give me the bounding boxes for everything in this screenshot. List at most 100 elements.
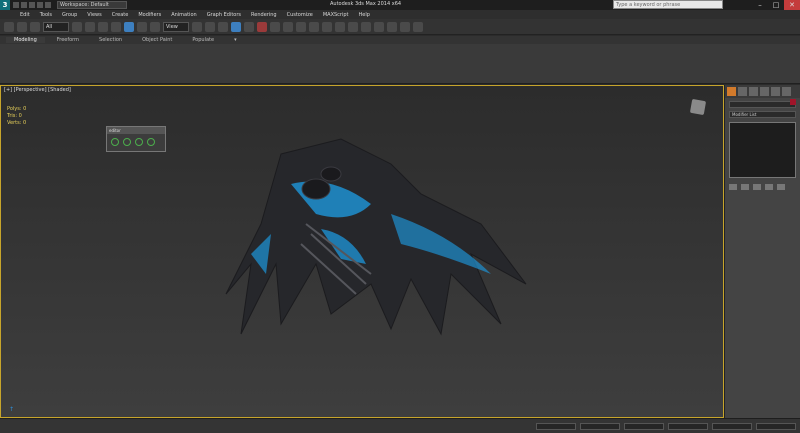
tab-modeling[interactable]: Modeling: [6, 37, 45, 43]
menu-help[interactable]: Help: [359, 12, 370, 18]
minimize-icon[interactable]: –: [752, 0, 768, 10]
utilities-tab-icon[interactable]: [782, 87, 791, 96]
rectangle-selection-icon[interactable]: [98, 21, 108, 32]
selection-filter-dropdown[interactable]: All: [43, 21, 69, 32]
time-field[interactable]: [712, 422, 752, 430]
new-file-icon[interactable]: [13, 2, 19, 8]
close-icon[interactable]: ✕: [784, 0, 800, 10]
select-rotate-icon[interactable]: [137, 21, 147, 32]
tab-selection[interactable]: Selection: [91, 37, 130, 43]
configure-sets-icon[interactable]: [777, 184, 785, 190]
menu-tools[interactable]: Tools: [40, 12, 52, 18]
unlink-icon[interactable]: [17, 21, 27, 32]
keyboard-shortcut-icon[interactable]: [218, 21, 228, 32]
tris-value: 0: [18, 113, 22, 119]
loop-tool-icon[interactable]: [147, 138, 155, 146]
ribbon: Modeling Freeform Selection Object Paint…: [0, 36, 800, 84]
layer-manager-icon[interactable]: [322, 21, 332, 32]
object-name-field[interactable]: [729, 101, 796, 108]
spinner-snap-icon[interactable]: [270, 21, 280, 32]
tab-object-paint[interactable]: Object Paint: [134, 37, 180, 43]
menu-modifiers[interactable]: Modifiers: [138, 12, 161, 18]
percent-snap-icon[interactable]: [257, 21, 267, 32]
viewport-label[interactable]: [+] [Perspective] [Shaded]: [4, 87, 71, 93]
curve-tool-icon[interactable]: [111, 138, 119, 146]
select-by-name-icon[interactable]: [85, 21, 95, 32]
select-manipulate-icon[interactable]: [205, 21, 215, 32]
modifier-stack[interactable]: [729, 122, 796, 178]
tab-freeform[interactable]: Freeform: [49, 37, 87, 43]
pivot-center-icon[interactable]: [192, 21, 202, 32]
menu-rendering[interactable]: Rendering: [251, 12, 277, 18]
workspace-selector[interactable]: Workspace: Default: [57, 1, 127, 9]
tris-label: Tris:: [7, 113, 18, 119]
search-input[interactable]: Type a keyword or phrase: [613, 0, 723, 9]
render-setup-icon[interactable]: [387, 21, 397, 32]
redo-icon[interactable]: [45, 2, 51, 8]
maximize-icon[interactable]: □: [768, 0, 784, 10]
show-end-result-icon[interactable]: [741, 184, 749, 190]
hierarchy-tab-icon[interactable]: [749, 87, 758, 96]
bind-space-warp-icon[interactable]: [30, 21, 40, 32]
menu-group[interactable]: Group: [62, 12, 77, 18]
app-logo-icon[interactable]: 3: [0, 0, 10, 10]
open-file-icon[interactable]: [21, 2, 27, 8]
mirror-icon[interactable]: [296, 21, 306, 32]
named-selection-icon[interactable]: [283, 21, 293, 32]
grid-field[interactable]: [668, 422, 708, 430]
axis-tripod-icon: ↑: [9, 406, 15, 413]
creature-model[interactable]: [221, 134, 541, 344]
perspective-viewport[interactable]: [+] [Perspective] [Shaded] Polys: 0 Tris…: [0, 85, 724, 418]
menu-graph-editors[interactable]: Graph Editors: [207, 12, 241, 18]
x-coordinate-field[interactable]: [536, 422, 576, 430]
floater-title[interactable]: editor: [107, 127, 165, 134]
title-bar: 3 Workspace: Default Autodesk 3ds Max 20…: [0, 0, 800, 10]
object-color-swatch[interactable]: [790, 99, 796, 105]
menu-views[interactable]: Views: [87, 12, 101, 18]
curve-editor-icon[interactable]: [348, 21, 358, 32]
render-production-icon[interactable]: [413, 21, 423, 32]
snaps-toggle-icon[interactable]: [231, 21, 241, 32]
menu-animation[interactable]: Animation: [171, 12, 197, 18]
reference-coordinate-dropdown[interactable]: View: [163, 21, 189, 32]
tab-populate[interactable]: Populate: [184, 37, 222, 43]
schematic-view-icon[interactable]: [361, 21, 371, 32]
create-tab-icon[interactable]: [727, 87, 736, 96]
window-crossing-icon[interactable]: [111, 21, 121, 32]
link-icon[interactable]: [4, 21, 14, 32]
y-coordinate-field[interactable]: [580, 422, 620, 430]
display-tab-icon[interactable]: [771, 87, 780, 96]
modify-tab-icon[interactable]: [738, 87, 747, 96]
polys-label: Polys:: [7, 106, 22, 112]
remove-modifier-icon[interactable]: [765, 184, 773, 190]
z-coordinate-field[interactable]: [624, 422, 664, 430]
smooth-tool-icon[interactable]: [123, 138, 131, 146]
menu-create[interactable]: Create: [112, 12, 129, 18]
angle-snap-icon[interactable]: [244, 21, 254, 32]
align-icon[interactable]: [309, 21, 319, 32]
relax-tool-icon[interactable]: [135, 138, 143, 146]
select-object-icon[interactable]: [72, 21, 82, 32]
rendered-frame-icon[interactable]: [400, 21, 410, 32]
select-scale-icon[interactable]: [150, 21, 160, 32]
make-unique-icon[interactable]: [753, 184, 761, 190]
material-editor-icon[interactable]: [374, 21, 384, 32]
key-filter-field[interactable]: [756, 422, 796, 430]
viewcube-icon[interactable]: [689, 98, 707, 116]
save-file-icon[interactable]: [29, 2, 35, 8]
modifier-list-dropdown[interactable]: Modifier List: [729, 111, 796, 118]
menu-maxscript[interactable]: MAXScript: [323, 12, 349, 18]
menu-edit[interactable]: Edit: [20, 12, 30, 18]
pin-stack-icon[interactable]: [729, 184, 737, 190]
floating-toolbar: editor: [106, 126, 166, 152]
select-move-icon[interactable]: [124, 21, 134, 32]
menu-bar: Edit Tools Group Views Create Modifiers …: [0, 10, 800, 19]
viewport-statistics: Polys: 0 Tris: 0 Verts: 0: [7, 106, 26, 127]
main-toolbar: All View: [0, 19, 800, 35]
motion-tab-icon[interactable]: [760, 87, 769, 96]
menu-customize[interactable]: Customize: [287, 12, 313, 18]
graphite-toggle-icon[interactable]: [335, 21, 345, 32]
undo-icon[interactable]: [37, 2, 43, 8]
status-bar: [0, 418, 800, 433]
ribbon-options-icon[interactable]: ▾: [226, 37, 245, 43]
